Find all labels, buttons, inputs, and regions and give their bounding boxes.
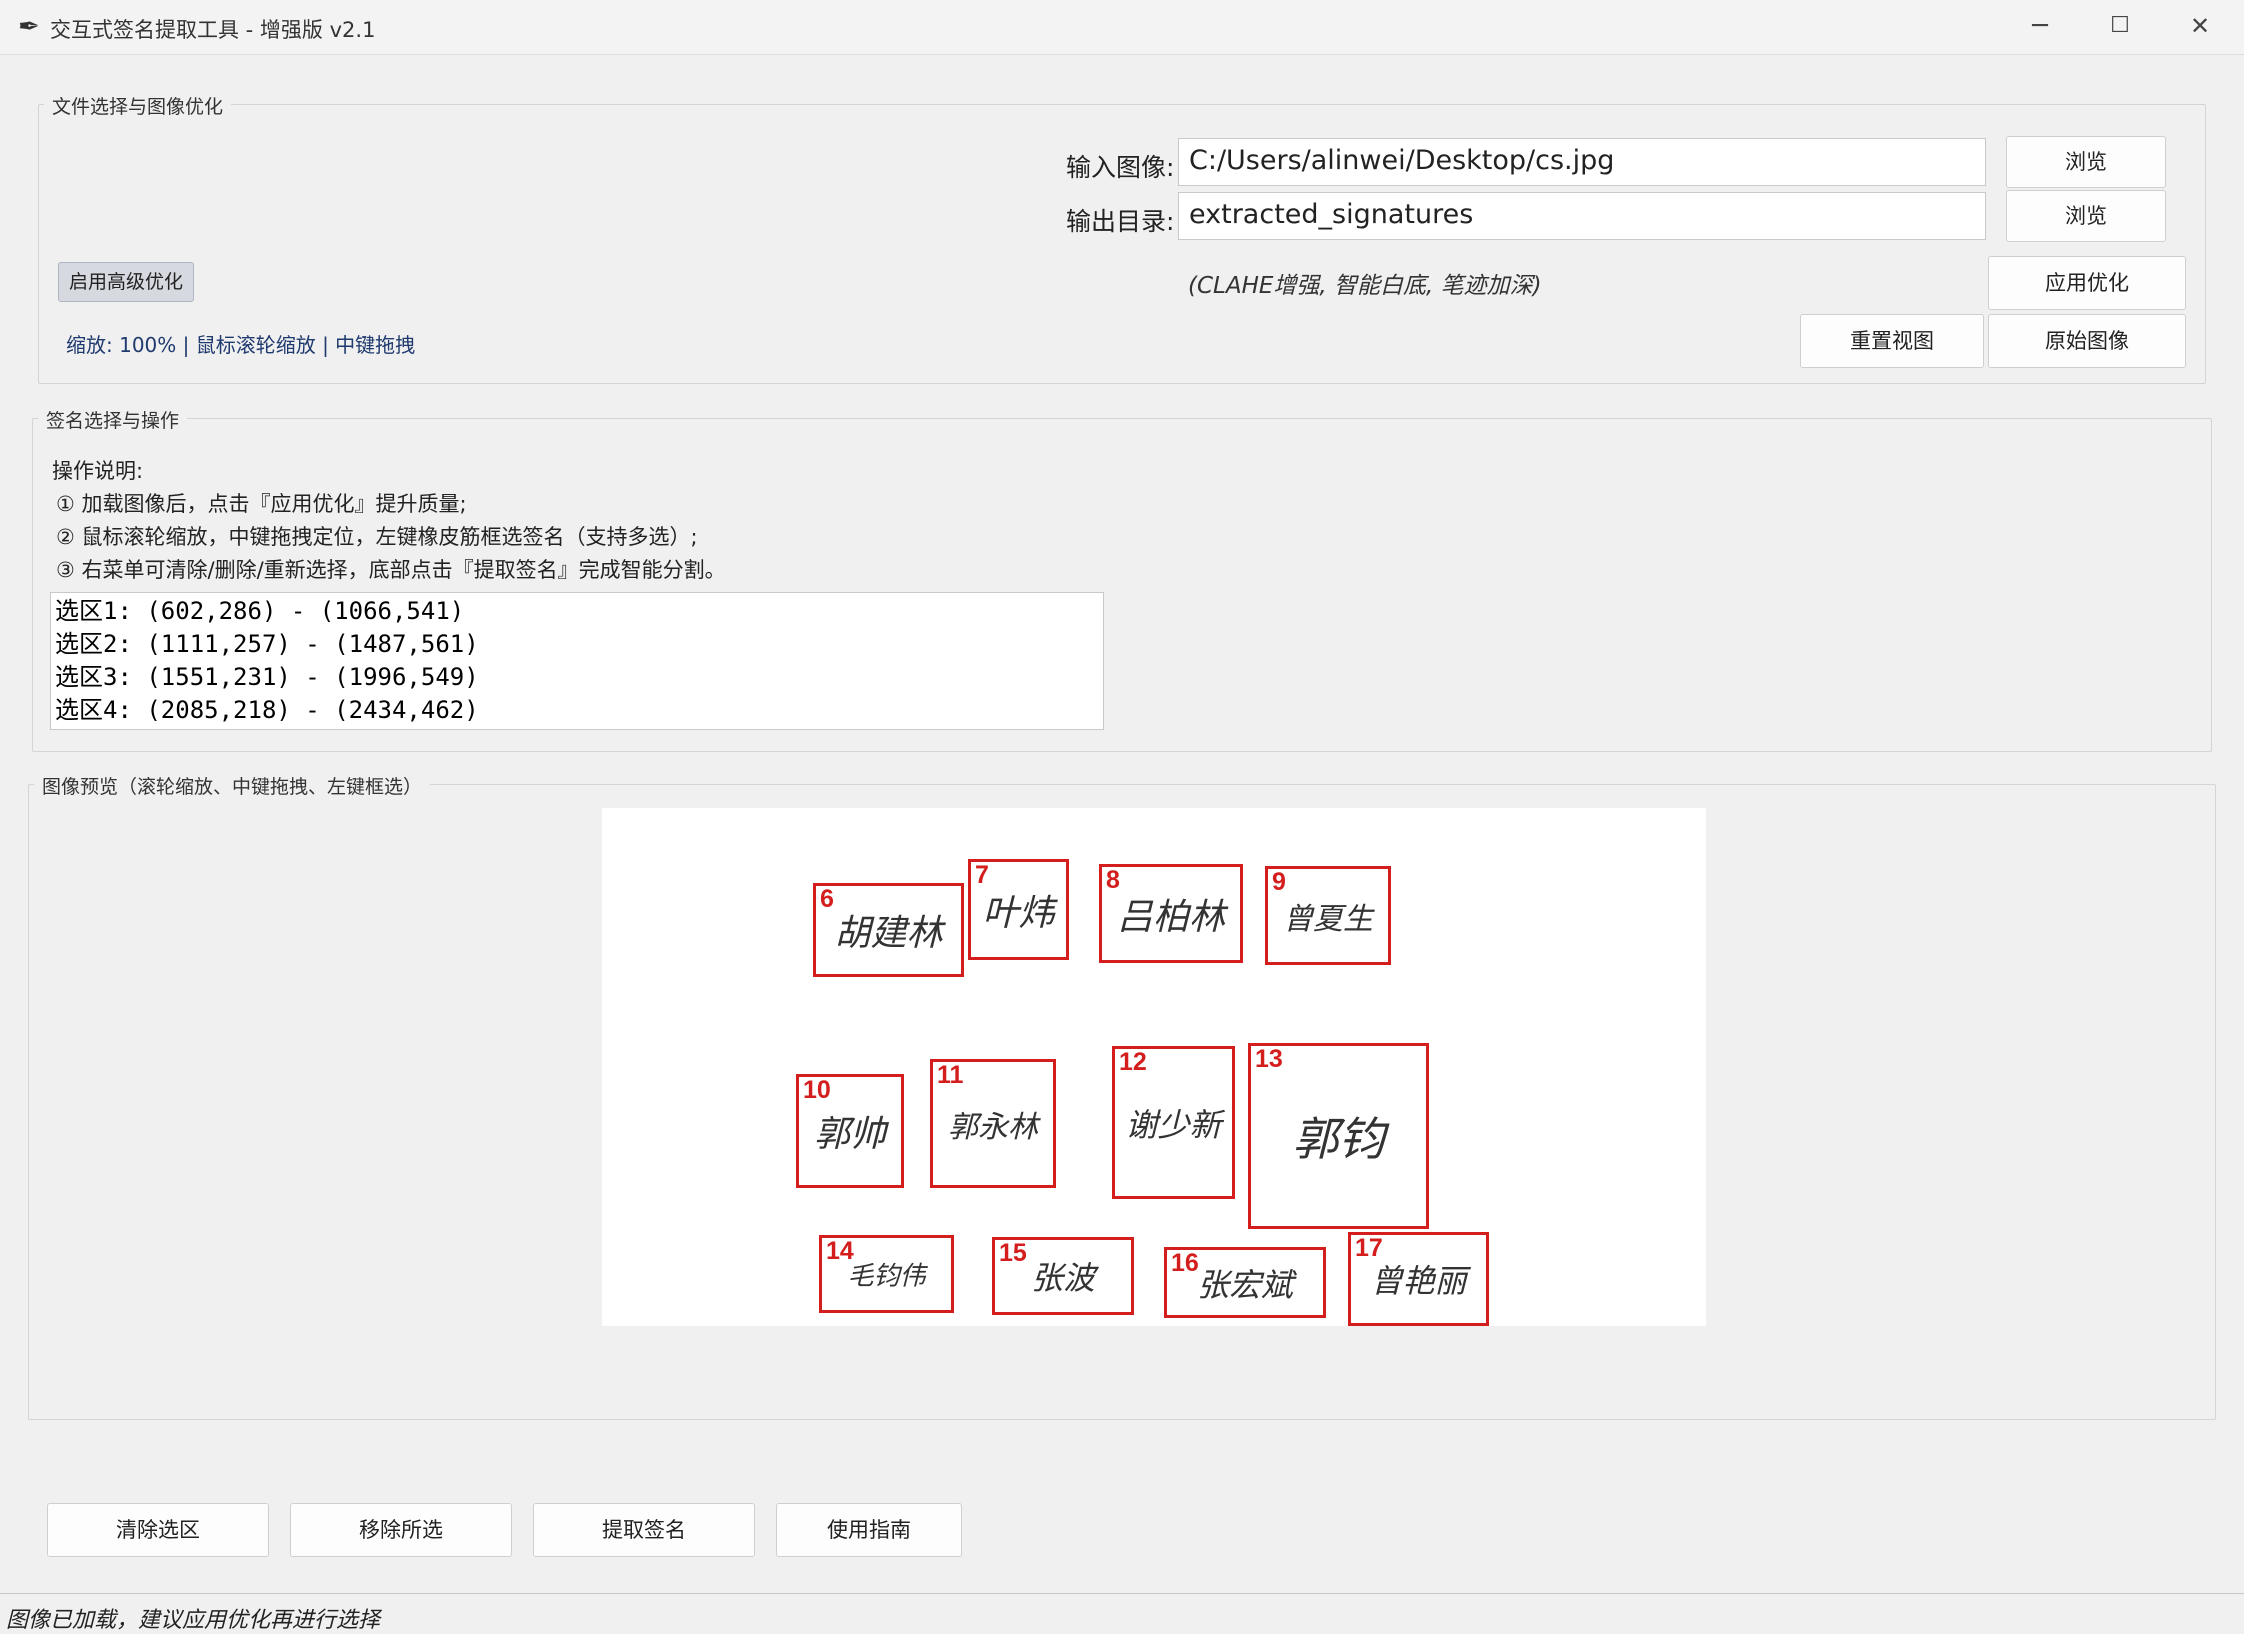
extract-signatures-button[interactable]: 提取签名 [533, 1503, 755, 1557]
preview-section-title: 图像预览（滚轮缩放、中键拖拽、左键框选） [34, 772, 431, 799]
selection-section-title: 签名选择与操作 [38, 406, 188, 433]
apply-optimization-button[interactable]: 应用优化 [1988, 256, 2186, 310]
signature-box[interactable]: 16 张宏斌 [1164, 1247, 1326, 1318]
selection-list-item[interactable]: 选区2: (1111,257) - (1487,561) [55, 628, 1099, 661]
signature-image: 胡建林 [834, 913, 943, 954]
signature-image: 曾艳丽 [1370, 1262, 1467, 1300]
signature-box[interactable]: 14 毛钧伟 [819, 1235, 954, 1313]
output-dir-field[interactable]: extracted_signatures [1178, 192, 1986, 240]
browse-output-button[interactable]: 浏览 [2006, 190, 2166, 242]
window-title: 交互式签名提取工具 - 增强版 v2.1 [50, 18, 376, 42]
signature-box[interactable]: 6 胡建林 [813, 883, 964, 977]
signature-image: 张波 [1030, 1259, 1095, 1297]
browse-input-button[interactable]: 浏览 [2006, 136, 2166, 188]
file-section-title: 文件选择与图像优化 [44, 92, 232, 119]
signature-box[interactable]: 12 谢少新 [1112, 1046, 1235, 1199]
signature-image: 毛钧伟 [847, 1261, 926, 1292]
signature-box[interactable]: 15 张波 [992, 1237, 1134, 1315]
signature-image: 叶炜 [982, 892, 1055, 934]
signature-number: 11 [937, 1061, 964, 1089]
signature-box[interactable]: 11 郭永林 [930, 1059, 1056, 1188]
selection-list-item[interactable]: 选区1: (602,286) - (1066,541) [55, 595, 1099, 628]
signature-image: 郭钧 [1292, 1112, 1385, 1166]
signature-box[interactable]: 7 叶炜 [968, 859, 1069, 960]
clear-selection-button[interactable]: 清除选区 [47, 1503, 269, 1557]
signature-number: 10 [803, 1076, 831, 1104]
selection-list-item[interactable]: 选区3: (1551,231) - (1996,549) [55, 661, 1099, 694]
signature-image: 郭帅 [813, 1114, 886, 1155]
input-image-field[interactable]: C:/Users/alinwei/Desktop/cs.jpg [1178, 138, 1986, 186]
title-bar[interactable]: ✒ 交互式签名提取工具 - 增强版 v2.1 ─ ☐ ✕ [0, 0, 2244, 55]
reset-view-button[interactable]: 重置视图 [1800, 314, 1984, 368]
signature-box[interactable]: 9 曾夏生 [1265, 866, 1391, 965]
selection-list-item[interactable]: 选区4: (2085,218) - (2434,462) [55, 694, 1099, 727]
signature-box[interactable]: 8 吕柏林 [1099, 864, 1243, 963]
image-preview-canvas[interactable]: 6 胡建林 7 叶炜 8 吕柏林 9 曾夏生 10 郭帅 11 郭永林 12 谢… [30, 808, 2214, 1416]
signature-box[interactable]: 13 郭钧 [1248, 1043, 1429, 1229]
optimization-hint: (CLAHE增强, 智能白底, 笔迹加深) [1188, 273, 1542, 299]
signature-number: 13 [1255, 1045, 1283, 1073]
maximize-button[interactable]: ☐ [2080, 0, 2160, 55]
signature-image: 吕柏林 [1116, 896, 1225, 938]
instructions-title: 操作说明: [52, 459, 144, 483]
signature-box[interactable]: 17 曾艳丽 [1348, 1232, 1489, 1326]
status-bar: 图像已加载，建议应用优化再进行选择 [0, 1593, 2244, 1633]
signature-box[interactable]: 10 郭帅 [796, 1074, 904, 1188]
user-guide-button[interactable]: 使用指南 [776, 1503, 962, 1557]
close-button[interactable]: ✕ [2160, 0, 2240, 55]
instruction-line-1: ① 加载图像后，点击『应用优化』提升质量; [56, 492, 467, 516]
advanced-optimization-toggle[interactable]: 启用高级优化 [58, 262, 194, 302]
instruction-line-3: ③ 右菜单可清除/删除/重新选择，底部点击『提取签名』完成智能分割。 [56, 558, 726, 582]
original-image-button[interactable]: 原始图像 [1988, 314, 2186, 368]
output-dir-label: 输出目录: [1066, 207, 1175, 236]
minimize-button[interactable]: ─ [2000, 0, 2080, 55]
input-image-label: 输入图像: [1066, 153, 1175, 182]
zoom-info: 缩放: 100% | 鼠标滚轮缩放 | 中键拖拽 [66, 333, 416, 357]
signature-image: 郭永林 [948, 1109, 1038, 1145]
selection-list[interactable]: 选区1: (602,286) - (1066,541) 选区2: (1111,2… [50, 592, 1104, 730]
feather-icon: ✒ [18, 12, 40, 42]
remove-selected-button[interactable]: 移除所选 [290, 1503, 512, 1557]
document-image[interactable]: 6 胡建林 7 叶炜 8 吕柏林 9 曾夏生 10 郭帅 11 郭永林 12 谢… [602, 808, 1706, 1326]
signature-number: 12 [1119, 1048, 1147, 1076]
signature-image: 谢少新 [1125, 1105, 1222, 1144]
signature-image: 曾夏生 [1283, 901, 1373, 937]
instruction-line-2: ② 鼠标滚轮缩放，中键拖拽定位，左键橡皮筋框选签名（支持多选）; [56, 525, 698, 549]
signature-image: 张宏斌 [1196, 1265, 1293, 1304]
